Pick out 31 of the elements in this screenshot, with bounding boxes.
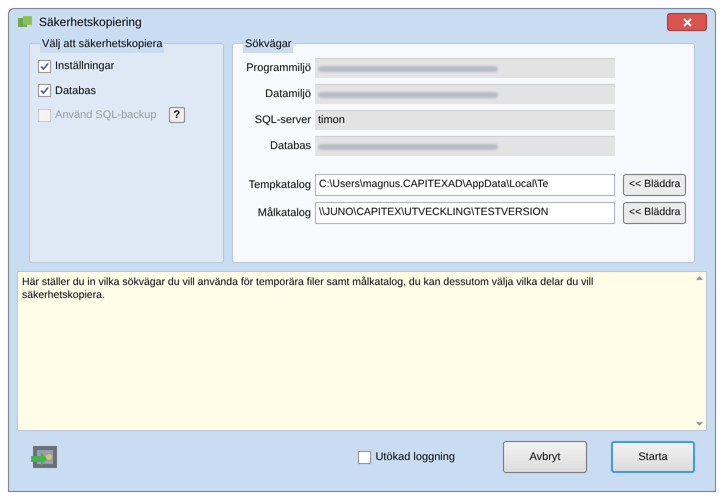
dialog-button[interactable]: Starta [611, 441, 695, 473]
checkbox[interactable] [38, 84, 51, 98]
field-label: Datamiljö [264, 86, 311, 102]
field-label: Databas [269, 138, 311, 154]
logging-label: Utökad loggning [375, 450, 455, 465]
browse-button[interactable]: << Bläddra [623, 202, 686, 224]
path-field[interactable]: \\JUNO\CAPITEX\UTVECKLING\TESTVERSION [315, 202, 615, 224]
app-icon [17, 15, 33, 29]
path-field[interactable]: C:\Users\magnus.CAPITEXAD\AppData\Local\Te [315, 174, 615, 196]
field-label: Tempkatalog [248, 178, 311, 193]
close-button[interactable] [667, 13, 707, 31]
readonly-field: timon [315, 110, 615, 130]
close-icon [682, 18, 692, 26]
browse-button[interactable]: << Bläddra [623, 174, 686, 196]
checkbox[interactable] [38, 60, 51, 73]
group-title: Sökvägar [243, 36, 294, 52]
field-label: Programmiljö [245, 60, 311, 76]
option-label: Använd SQL-backup [55, 108, 157, 123]
checkmark-icon [40, 62, 49, 71]
scroll-up-icon[interactable] [696, 276, 702, 280]
option-label: Databas [55, 84, 96, 98]
info-text: Här ställer du in vilka sökvägar du vill använda för temporära filer samt målkatalog, du kan dessutom välja vilka delar du vill säkerhetskopiera. [21, 275, 594, 303]
option-label: Inställningar [55, 59, 114, 74]
group-title: Välj att säkerhetskopiera [40, 36, 164, 52]
checkmark-icon [40, 86, 49, 96]
window-title: Säkerhetskopiering [39, 14, 142, 31]
checkbox[interactable] [358, 450, 372, 464]
field-label: SQL-server [254, 112, 311, 128]
field-label: Målkatalog [256, 206, 311, 221]
dialog-button[interactable]: Avbryt [503, 441, 587, 473]
scroll-down-icon[interactable] [696, 422, 702, 426]
